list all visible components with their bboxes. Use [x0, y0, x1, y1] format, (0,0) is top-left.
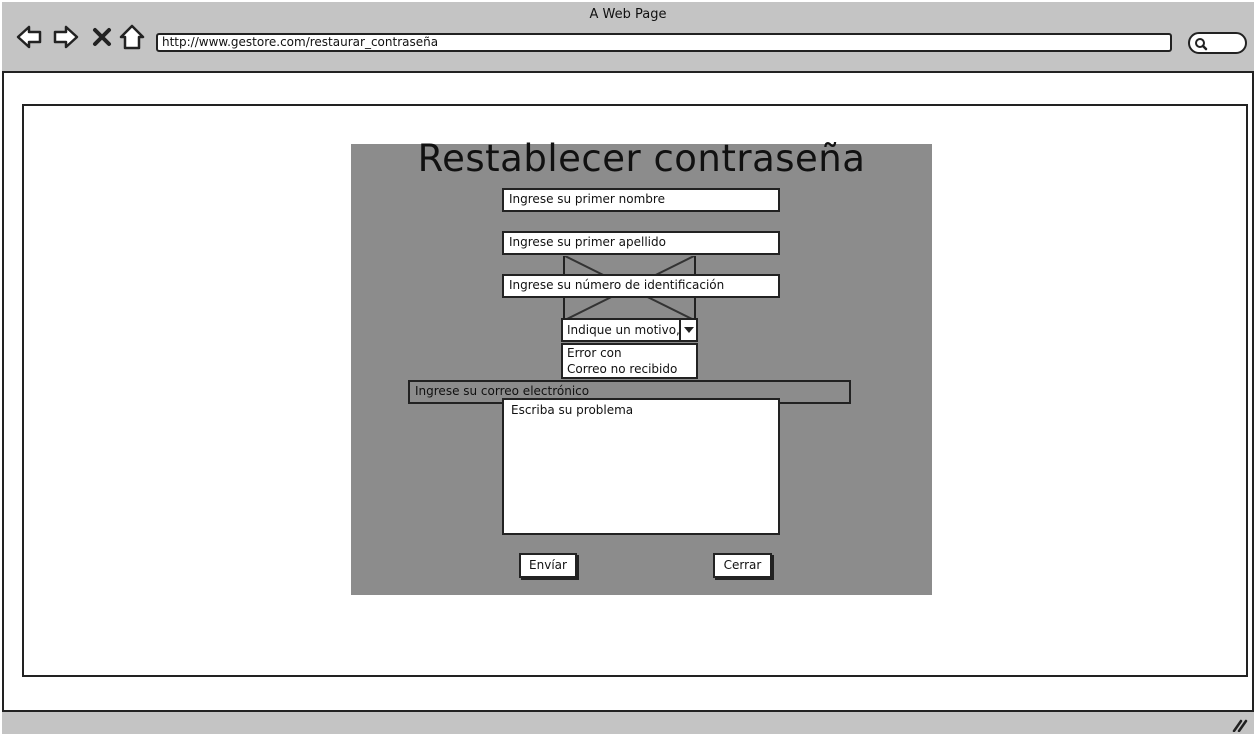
last-name-field[interactable]: Ingrese su primer apellido: [502, 231, 780, 255]
reason-select-value: Indique un motivo,: [567, 323, 680, 337]
problem-textarea[interactable]: Escriba su problema: [502, 398, 780, 535]
window-title: A Web Page: [589, 7, 667, 22]
reason-option[interactable]: Error con: [567, 345, 696, 361]
browser-statusbar: [2, 710, 1254, 734]
home-icon[interactable]: [118, 22, 146, 52]
browser-titlebar: A Web Page http://www.gestore.com/restau…: [2, 2, 1254, 73]
resize-grip-icon[interactable]: [1232, 718, 1248, 732]
close-x-icon[interactable]: [90, 22, 114, 52]
page-title: Restablecer contraseña: [417, 137, 866, 180]
address-bar[interactable]: http://www.gestore.com/restaurar_contras…: [156, 33, 1172, 52]
chevron-down-icon[interactable]: [679, 320, 696, 340]
id-number-field[interactable]: Ingrese su número de identificación: [502, 274, 780, 298]
first-name-field[interactable]: Ingrese su primer nombre: [502, 188, 780, 212]
search-icon: [1195, 38, 1208, 51]
close-button[interactable]: Cerrar: [713, 553, 772, 578]
forward-arrow-icon[interactable]: [52, 22, 80, 52]
reason-option[interactable]: Correo no recibido: [567, 361, 696, 377]
reason-options-list: Error con Correo no recibido: [561, 343, 698, 379]
reason-select[interactable]: Indique un motivo,: [561, 318, 698, 342]
browser-search-box[interactable]: [1188, 32, 1247, 54]
back-arrow-icon[interactable]: [15, 22, 43, 52]
submit-button[interactable]: Envíar: [519, 553, 577, 578]
